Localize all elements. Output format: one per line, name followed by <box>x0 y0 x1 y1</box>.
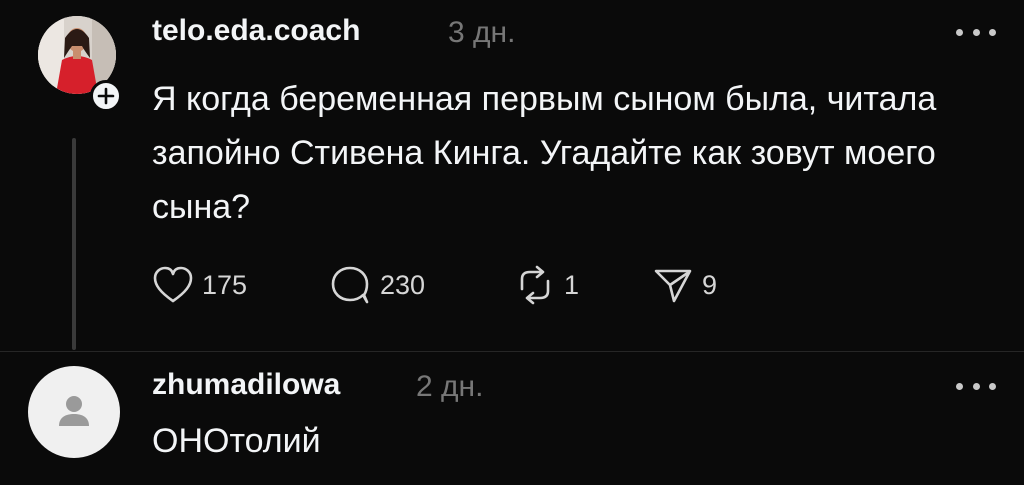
comment-count: 230 <box>380 269 426 300</box>
more-dots-icon <box>956 382 963 390</box>
heart-icon <box>153 266 193 303</box>
author-username[interactable]: telo.eda.coach <box>152 14 360 48</box>
reply-timestamp: 2 дн. <box>416 370 484 403</box>
speech-bubble-icon <box>331 266 369 304</box>
follow-button[interactable] <box>90 80 122 112</box>
repost-button[interactable]: 1 <box>514 264 579 306</box>
like-button[interactable]: 175 <box>152 264 247 306</box>
more-dots-icon <box>956 28 963 36</box>
repost-icon <box>520 265 550 305</box>
plus-icon <box>97 87 115 105</box>
like-count: 175 <box>202 269 248 300</box>
share-button[interactable]: 9 <box>652 264 717 306</box>
post-timestamp: 3 дн. <box>448 16 516 49</box>
paper-plane-icon <box>654 269 692 303</box>
thread-line <box>72 138 76 350</box>
share-count: 9 <box>702 269 718 300</box>
reply-avatar[interactable] <box>28 366 120 458</box>
comment-button[interactable]: 230 <box>330 264 425 306</box>
repost-count: 1 <box>564 269 580 300</box>
author-avatar-container[interactable] <box>38 16 122 112</box>
reply-more-button[interactable] <box>956 378 996 394</box>
post-text: Я когда беременная первым сыном была, чи… <box>152 80 937 226</box>
reply-text: ОНОтолий <box>152 422 321 460</box>
post-more-button[interactable] <box>956 24 996 40</box>
reply-username[interactable]: zhumadilowa <box>152 368 340 402</box>
person-silhouette-icon <box>59 396 89 426</box>
thread-post: telo.eda.coach 3 дн. Я когда беременная … <box>0 0 1024 350</box>
reply-post: zhumadilowa 2 дн. ОНОтолий <box>0 352 1024 485</box>
